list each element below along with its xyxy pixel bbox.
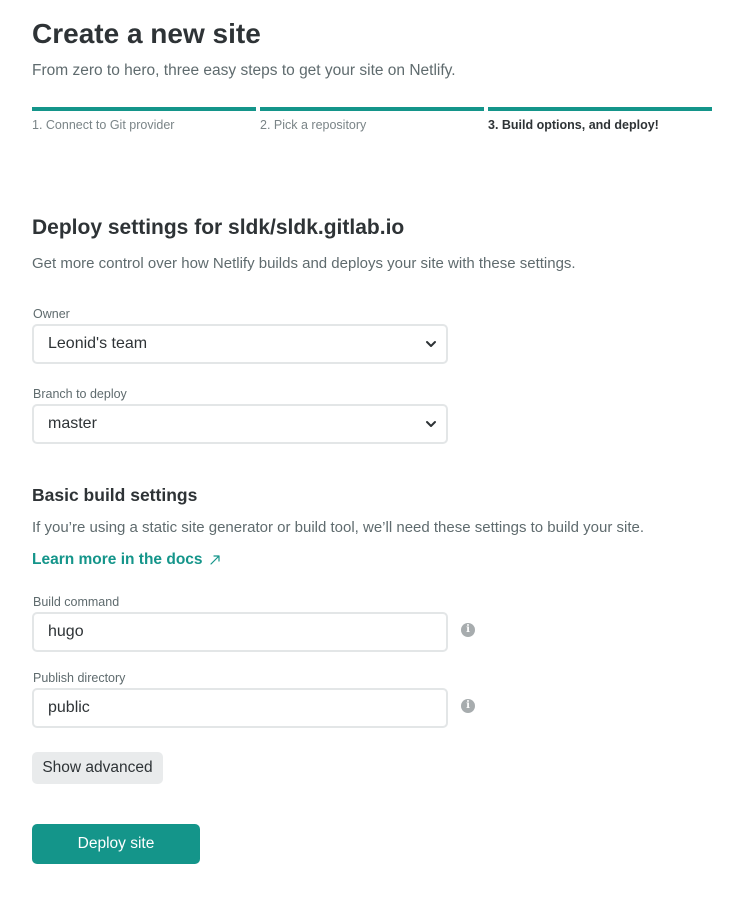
branch-label: Branch to deploy <box>33 387 127 401</box>
step-label: 1. Connect to Git provider <box>32 118 175 132</box>
step-progress-bar <box>488 107 712 111</box>
build-settings-description: If you’re using a static site generator … <box>32 519 645 536</box>
step-pick-repository[interactable]: 2. Pick a repository <box>260 107 484 137</box>
step-label: 3. Build options, and deploy! <box>488 118 659 132</box>
external-link-icon <box>209 555 220 565</box>
chevron-down-icon <box>426 341 436 347</box>
deploy-settings-description: Get more control over how Netlify builds… <box>32 255 576 272</box>
step-progress-bar <box>260 107 484 111</box>
owner-label: Owner <box>33 307 70 321</box>
page-title: Create a new site <box>32 18 261 49</box>
page-subtitle: From zero to hero, three easy steps to g… <box>32 62 456 79</box>
step-label: 2. Pick a repository <box>260 118 367 132</box>
owner-select-value: Leonid's team <box>48 335 148 352</box>
publish-directory-label: Publish directory <box>33 671 126 685</box>
publish-directory-value: public <box>48 699 90 716</box>
build-command-value: hugo <box>48 623 84 640</box>
deploy-settings-title: Deploy settings for sldk/sldk.gitlab.io <box>32 216 405 239</box>
show-advanced-button[interactable]: Show advanced <box>32 752 163 784</box>
build-command-label: Build command <box>33 595 120 609</box>
publish-directory-input[interactable]: public <box>32 688 448 728</box>
info-icon[interactable]: i <box>461 623 475 637</box>
step-connect-git[interactable]: 1. Connect to Git provider <box>32 107 256 137</box>
learn-more-link[interactable]: Learn more in the docs <box>32 551 221 569</box>
owner-select[interactable]: Leonid's team <box>32 324 448 364</box>
build-command-input[interactable]: hugo <box>32 612 448 652</box>
branch-select-value: master <box>48 415 97 432</box>
deploy-site-button[interactable]: Deploy site <box>32 824 200 864</box>
step-progress-bar <box>32 107 256 111</box>
info-icon[interactable]: i <box>461 699 475 713</box>
learn-more-label: Learn more in the docs <box>32 551 203 568</box>
branch-select[interactable]: master <box>32 404 448 444</box>
chevron-down-icon <box>426 421 436 427</box>
build-settings-title: Basic build settings <box>32 485 198 505</box>
step-build-options: 3. Build options, and deploy! <box>488 107 712 137</box>
